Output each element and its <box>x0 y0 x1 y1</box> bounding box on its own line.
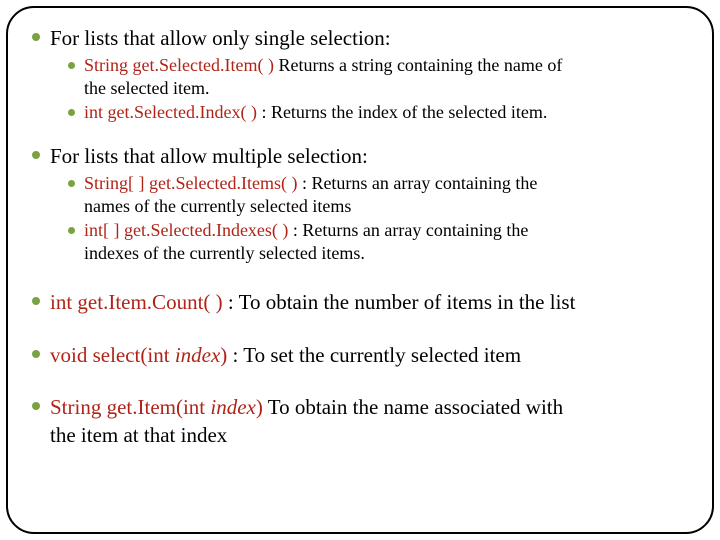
method-getselecteditem: String get.Selected.Item( ) Returns a st… <box>68 54 688 99</box>
bullet-icon <box>32 33 40 41</box>
method-desc: : To set the currently selected item <box>227 343 521 367</box>
method-text: int[ ] get.Selected.Indexes( ) : Returns… <box>84 219 528 264</box>
method-signature: int get.Item.Count( ) <box>50 290 223 314</box>
method-param: index <box>210 395 255 419</box>
method-desc-a: : Returns an array containing the <box>288 220 528 240</box>
method-getselectedindex: int get.Selected.Index( ) : Returns the … <box>68 101 688 124</box>
method-desc-a: : Returns an array containing the <box>297 173 537 193</box>
method-select: void select(int index) : To set the curr… <box>32 341 688 369</box>
method-desc-a: Returns a string containing the name of <box>274 55 562 75</box>
heading-multiple-selection: For lists that allow multiple selection: <box>50 142 368 170</box>
method-signature: String[ ] get.Selected.Items( ) <box>84 173 297 193</box>
method-text: void select(int index) : To set the curr… <box>50 341 521 369</box>
bullet-icon <box>68 227 75 234</box>
method-desc-b: names of the currently selected items <box>84 196 351 216</box>
method-desc: : Returns the index of the selected item… <box>257 102 547 122</box>
method-signature-b: ) <box>256 395 263 419</box>
method-desc-b: the item at that index <box>50 423 227 447</box>
sublist-single: String get.Selected.Item( ) Returns a st… <box>68 54 688 124</box>
method-param: index <box>175 343 220 367</box>
section-single-selection: For lists that allow only single selecti… <box>32 24 688 52</box>
slide-frame: For lists that allow only single selecti… <box>6 6 714 534</box>
method-getselecteditems: String[ ] get.Selected.Items( ) : Return… <box>68 172 688 217</box>
method-desc-a: To obtain the name associated with <box>263 395 563 419</box>
method-signature: int[ ] get.Selected.Indexes( ) <box>84 220 288 240</box>
heading-single-selection: For lists that allow only single selecti… <box>50 24 391 52</box>
method-text: String get.Selected.Item( ) Returns a st… <box>84 54 562 99</box>
bullet-icon <box>32 350 40 358</box>
method-text: int get.Item.Count( ) : To obtain the nu… <box>50 288 575 316</box>
method-signature-a: String get.Item(int <box>50 395 210 419</box>
method-text: String get.Item(int index) To obtain the… <box>50 393 563 450</box>
method-signature: int get.Selected.Index( ) <box>84 102 257 122</box>
method-signature: String get.Selected.Item( ) <box>84 55 274 75</box>
bullet-icon <box>32 297 40 305</box>
method-getitemcount: int get.Item.Count( ) : To obtain the nu… <box>32 288 688 316</box>
method-signature-a: void select(int <box>50 343 175 367</box>
bullet-icon <box>68 109 75 116</box>
method-desc-b: indexes of the currently selected items. <box>84 243 365 263</box>
sublist-multiple: String[ ] get.Selected.Items( ) : Return… <box>68 172 688 264</box>
method-text: String[ ] get.Selected.Items( ) : Return… <box>84 172 537 217</box>
method-getselectedindexes: int[ ] get.Selected.Indexes( ) : Returns… <box>68 219 688 264</box>
method-text: int get.Selected.Index( ) : Returns the … <box>84 101 547 124</box>
method-desc: : To obtain the number of items in the l… <box>223 290 576 314</box>
section-multiple-selection: For lists that allow multiple selection: <box>32 142 688 170</box>
method-getitem: String get.Item(int index) To obtain the… <box>32 393 688 450</box>
bullet-icon <box>32 151 40 159</box>
method-desc-b: the selected item. <box>84 78 209 98</box>
bullet-icon <box>68 180 75 187</box>
bullet-icon <box>68 62 75 69</box>
bullet-icon <box>32 402 40 410</box>
